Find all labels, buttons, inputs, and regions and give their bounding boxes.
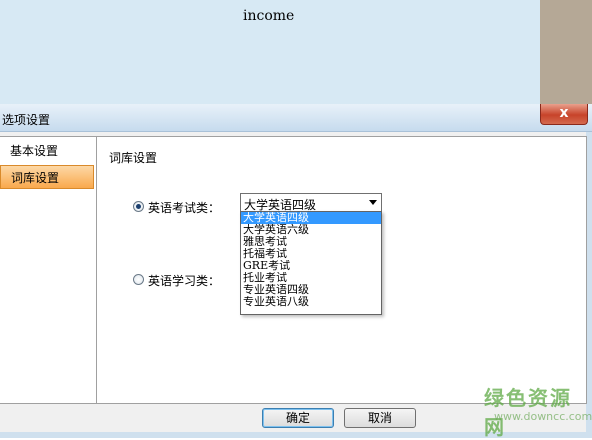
cancel-button[interactable]: 取消 [344,408,416,428]
dialog-title: 选项设置 [2,113,51,127]
nav-item-basic-settings[interactable]: 基本设置 [0,139,94,163]
nav-item-label: 基本设置 [10,144,59,158]
exam-category-select[interactable]: 大学英语四级 [240,193,382,212]
dropdown-option[interactable]: 雅思考试 [241,236,381,248]
settings-nav: 基本设置 词库设置 [0,136,97,404]
dropdown-option[interactable]: 托福考试 [241,248,381,260]
close-icon: x [559,105,569,121]
section-title: 词库设置 [109,151,158,165]
dropdown-option[interactable]: GRE考试 [241,260,381,272]
nav-item-label: 词库设置 [11,171,60,185]
desktop-background [540,0,592,104]
nav-item-dictionary-settings[interactable]: 词库设置 [0,165,94,189]
study-category-radio[interactable] [133,274,144,285]
exam-category-radio[interactable] [133,201,144,212]
close-button[interactable]: x [540,104,588,125]
dialog-titlebar[interactable]: 选项设置 x [0,104,592,132]
exam-category-dropdown: 大学英语四级 大学英语六级 雅思考试 托福考试 GRE考试 托业考试 专业英语四… [240,211,382,315]
dropdown-option[interactable]: 托业考试 [241,272,381,284]
settings-content: 词库设置 英语考试类： 大学英语四级 英语学习类： 大学英语四级 大学英语六级 … [97,136,587,404]
ok-button[interactable]: 确定 [262,408,334,428]
dropdown-option[interactable]: 大学英语六级 [241,224,381,236]
watermark-url: www.downcc.com [494,410,592,423]
exam-category-label: 英语考试类： [148,201,221,215]
dropdown-option[interactable]: 专业英语八级 [241,296,381,308]
chevron-down-icon[interactable] [369,200,377,205]
background-app-title: income [243,8,295,24]
background-app-window: income [0,0,540,104]
dropdown-option[interactable]: 专业英语四级 [241,284,381,296]
study-category-label: 英语学习类： [148,274,221,288]
dropdown-option[interactable]: 大学英语四级 [241,212,381,224]
